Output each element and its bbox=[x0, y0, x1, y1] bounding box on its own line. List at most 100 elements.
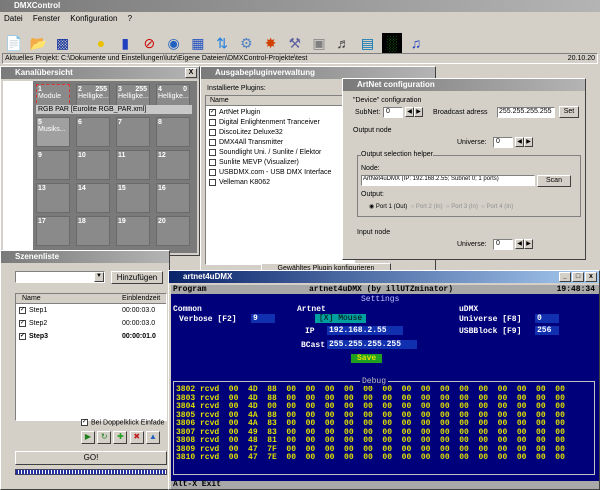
settings-icon[interactable]: ⚙ bbox=[236, 33, 256, 53]
scene-row[interactable]: ✓ Step2 00:00:03.0 bbox=[16, 317, 166, 330]
play-icon[interactable]: ▶ bbox=[81, 431, 95, 444]
kanal-close-button[interactable]: X bbox=[185, 68, 197, 78]
channel-cell[interactable]: 6 bbox=[76, 117, 110, 147]
remove-icon[interactable]: ✖ bbox=[129, 431, 144, 444]
port-4-radio[interactable]: ○ Port 4 (In) bbox=[481, 204, 513, 210]
plugin-checkbox[interactable] bbox=[209, 118, 216, 126]
close-button[interactable]: x bbox=[585, 272, 597, 282]
common-heading: Common bbox=[173, 305, 202, 314]
verbose-field[interactable]: 9 bbox=[251, 314, 275, 323]
plugin-item[interactable]: USBDMX.com - USB DMX Interface bbox=[209, 168, 354, 178]
tool-icon[interactable]: ⚒ bbox=[285, 33, 305, 53]
minimize-button[interactable]: _ bbox=[559, 272, 571, 282]
plugin-item[interactable]: Velleman K8062 bbox=[209, 178, 354, 188]
menu-help[interactable]: ? bbox=[128, 14, 132, 23]
node-select[interactable]: ArtNet4uDMX (IP: 192.168.2.55; Subnet 0;… bbox=[361, 175, 535, 186]
scene-checkbox[interactable]: ✓ bbox=[19, 319, 26, 327]
universe-field[interactable]: 0 bbox=[535, 314, 559, 323]
channel-cell[interactable]: 5 Musiks... bbox=[36, 117, 70, 147]
scene-checkbox[interactable]: ✓ bbox=[19, 306, 26, 314]
eye-icon[interactable]: ◉ bbox=[164, 33, 184, 53]
book-icon[interactable]: ▤ bbox=[358, 33, 378, 53]
input-universe-dec[interactable]: ◀ bbox=[515, 239, 524, 249]
input-universe-input[interactable]: 0 bbox=[493, 239, 513, 250]
scene-checkbox[interactable]: ✓ bbox=[19, 332, 26, 340]
chevron-down-icon[interactable]: ▼ bbox=[94, 272, 104, 282]
channel-cell[interactable]: 13 bbox=[36, 183, 70, 213]
plugin-item[interactable]: DMX4All Transmitter bbox=[209, 138, 354, 148]
effect-icon[interactable]: ✸ bbox=[261, 33, 281, 53]
channel-icon[interactable]: ▮ bbox=[115, 33, 135, 53]
scan-button[interactable]: Scan bbox=[537, 175, 571, 187]
channel-cell[interactable]: 20 bbox=[156, 216, 190, 246]
input-universe-inc[interactable]: ▶ bbox=[524, 239, 533, 249]
terminal-footer[interactable]: Alt-X Exit bbox=[171, 481, 599, 489]
channel-cell[interactable]: 11 bbox=[116, 150, 150, 180]
plugin-item[interactable]: Digital Enlightenment Tranceiver bbox=[209, 118, 354, 128]
maximize-button[interactable]: □ bbox=[572, 272, 584, 282]
plugin-item[interactable]: ✓ ArtNet Plugin bbox=[209, 108, 354, 118]
usbblock-field[interactable]: 256 bbox=[535, 326, 559, 335]
equalizer-icon[interactable]: ░ bbox=[381, 33, 402, 53]
cube-icon[interactable]: ▣ bbox=[309, 33, 329, 53]
arrows-icon[interactable]: ⇅ bbox=[212, 33, 232, 53]
channel-cell[interactable]: 15 bbox=[116, 183, 150, 213]
refresh-icon[interactable]: ↻ bbox=[97, 431, 112, 444]
channel-cell[interactable]: 16 bbox=[156, 183, 190, 213]
szenen-select[interactable]: ▼ bbox=[15, 271, 105, 283]
plugin-checkbox[interactable] bbox=[209, 178, 216, 186]
menu-datei[interactable]: Datei bbox=[4, 14, 23, 23]
channel-cell[interactable]: 14 bbox=[76, 183, 110, 213]
mouse-toggle[interactable]: [X] Mouse bbox=[315, 314, 367, 323]
port-3-radio[interactable]: ○ Port 3 (In) bbox=[446, 204, 478, 210]
channel-cell[interactable]: 8 bbox=[156, 117, 190, 147]
save-icon[interactable]: ▩ bbox=[52, 33, 72, 53]
save-button[interactable]: Save bbox=[351, 354, 383, 363]
subnet-input[interactable]: 0 bbox=[383, 107, 403, 118]
plus-icon[interactable]: ✚ bbox=[113, 431, 128, 444]
music-icon[interactable]: ♫ bbox=[406, 33, 426, 53]
set-button[interactable]: Set bbox=[559, 106, 579, 118]
channel-cell[interactable]: 18 bbox=[76, 216, 110, 246]
add-scene-button[interactable]: Hinzufügen bbox=[111, 271, 163, 284]
menu-fenster[interactable]: Fenster bbox=[33, 14, 60, 23]
subnet-dec-button[interactable]: ◀ bbox=[405, 107, 414, 117]
plugin-checkbox[interactable] bbox=[209, 168, 216, 176]
channel-cell[interactable]: 19 bbox=[116, 216, 150, 246]
plugin-checkbox[interactable] bbox=[209, 158, 216, 166]
plugin-item[interactable]: Soundlight Uni. / Sunlite / Elektor bbox=[209, 148, 354, 158]
port-1-radio[interactable]: ◉ Port 1 (Out) bbox=[369, 204, 407, 210]
up-icon[interactable]: ▲ bbox=[145, 431, 160, 444]
bcast-field[interactable]: 255.255.255.255 bbox=[327, 340, 417, 349]
ip-field[interactable]: 192.168.2.55 bbox=[327, 326, 403, 335]
plugin-checkbox[interactable] bbox=[209, 128, 216, 136]
open-icon[interactable]: 📂 bbox=[28, 33, 48, 53]
output-universe-dec[interactable]: ◀ bbox=[515, 137, 524, 147]
plugin-item[interactable]: Sunlite MEVP (Visualizer) bbox=[209, 158, 354, 168]
menu-konfiguration[interactable]: Konfiguration bbox=[70, 14, 117, 23]
plugin-checkbox[interactable] bbox=[209, 138, 216, 146]
new-icon[interactable]: 📄 bbox=[4, 33, 24, 53]
doubleclick-option[interactable]: ✓ Bei Doppelklick Einfade bbox=[81, 419, 165, 426]
channel-cell[interactable]: 10 bbox=[76, 150, 110, 180]
speaker-icon[interactable]: ♬ bbox=[333, 33, 353, 53]
plugin-checkbox[interactable] bbox=[209, 148, 216, 156]
channel-cell[interactable]: 12 bbox=[156, 150, 190, 180]
channel-cell[interactable]: 17 bbox=[36, 216, 70, 246]
channel-cell[interactable]: 9 bbox=[36, 150, 70, 180]
output-universe-input[interactable]: 0 bbox=[493, 137, 513, 148]
scene-row[interactable]: ✓ Step3 00:00:01.0 bbox=[16, 330, 166, 343]
grid-icon[interactable]: ▦ bbox=[188, 33, 208, 53]
channel-cell[interactable]: 7 bbox=[116, 117, 150, 147]
subnet-inc-button[interactable]: ▶ bbox=[414, 107, 423, 117]
scene-row[interactable]: ✓ Step1 00:00:03.0 bbox=[16, 304, 166, 317]
bulb-icon[interactable]: ● bbox=[91, 33, 111, 53]
go-button[interactable]: GO! bbox=[15, 451, 167, 465]
output-universe-inc[interactable]: ▶ bbox=[524, 137, 533, 147]
port-2-radio[interactable]: ○ Port 2 (In) bbox=[411, 204, 443, 210]
plugin-item[interactable]: DiscoLitez Deluxe32 bbox=[209, 128, 354, 138]
channel-number: 6 bbox=[78, 119, 82, 126]
plugin-checkbox[interactable]: ✓ bbox=[209, 108, 216, 116]
no-sound-icon[interactable]: ⊘ bbox=[139, 33, 159, 53]
broadcast-input[interactable]: 255.255.255.255 bbox=[497, 107, 555, 118]
